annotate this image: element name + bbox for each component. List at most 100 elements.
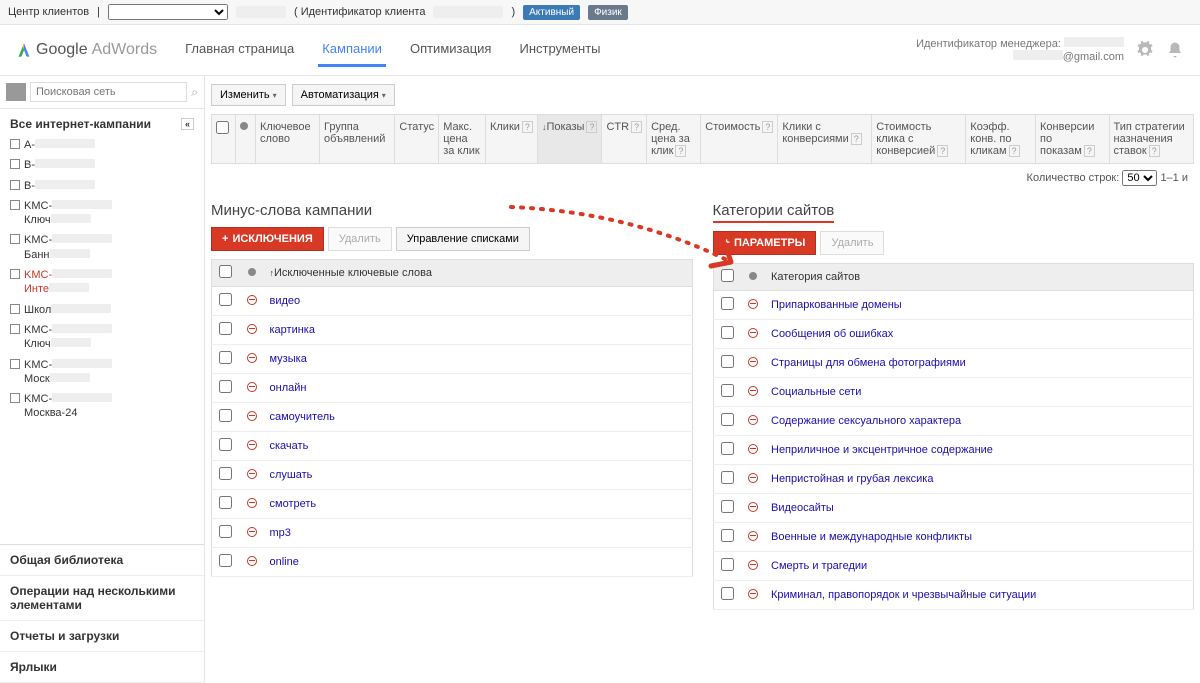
bell-icon[interactable] (1166, 41, 1184, 59)
category-cell[interactable]: Сообщения об ошибках (765, 320, 1194, 349)
row-checkbox[interactable] (721, 500, 734, 513)
negkw-col-header[interactable]: Исключенные ключевые слова (274, 267, 432, 279)
category-cell[interactable]: Припаркованные домены (765, 291, 1194, 320)
row-checkbox[interactable] (219, 293, 232, 306)
row-checkbox[interactable] (219, 554, 232, 567)
remove-icon[interactable] (748, 357, 758, 367)
remove-icon[interactable] (748, 386, 758, 396)
column-header[interactable]: Сред. цена за клик? (647, 115, 701, 164)
remove-icon[interactable] (247, 324, 257, 334)
row-checkbox[interactable] (721, 442, 734, 455)
remove-icon[interactable] (748, 473, 758, 483)
column-header[interactable]: Группа объявлений (320, 115, 395, 164)
campaign-item[interactable]: KMC-Моск (0, 355, 204, 390)
remove-icon[interactable] (247, 498, 257, 508)
cat-col-header[interactable]: Категория сайтов (765, 264, 1194, 291)
add-params-button[interactable]: ПАРАМЕТРЫ (713, 231, 817, 255)
campaign-item[interactable]: KMC-Инте (0, 265, 204, 300)
remove-icon[interactable] (748, 589, 758, 599)
row-checkbox[interactable] (721, 384, 734, 397)
remove-icon[interactable] (247, 469, 257, 479)
row-checkbox[interactable] (721, 529, 734, 542)
search-input[interactable] (30, 82, 187, 102)
row-checkbox[interactable] (721, 413, 734, 426)
campaign-item[interactable]: Школ (0, 300, 204, 320)
column-header[interactable]: Тип стратегии назначения ставок? (1109, 115, 1194, 164)
column-header[interactable]: Клики с конверсиями? (778, 115, 872, 164)
row-checkbox[interactable] (219, 380, 232, 393)
remove-icon[interactable] (247, 527, 257, 537)
remove-icon[interactable] (247, 382, 257, 392)
all-campaigns-label[interactable]: Все интернет-кампании (10, 117, 151, 131)
row-checkbox[interactable] (721, 558, 734, 571)
category-cell[interactable]: Криминал, правопорядок и чрезвычайные си… (765, 581, 1194, 610)
client-select[interactable] (108, 4, 228, 20)
rows-select[interactable]: 50 (1122, 170, 1157, 186)
row-checkbox[interactable] (219, 496, 232, 509)
remove-icon[interactable] (748, 415, 758, 425)
delete-negkw-button[interactable]: Удалить (328, 227, 392, 251)
select-all-checkbox[interactable] (216, 121, 229, 134)
campaign-item[interactable]: KMC-Ключ (0, 196, 204, 231)
add-exclusions-button[interactable]: ИСКЛЮЧЕНИЯ (211, 227, 324, 251)
remove-icon[interactable] (748, 502, 758, 512)
negkw-select-all[interactable] (219, 265, 232, 278)
row-checkbox[interactable] (219, 467, 232, 480)
row-checkbox[interactable] (219, 351, 232, 364)
edit-button[interactable]: Изменить (211, 84, 286, 106)
column-header[interactable]: ↓Показы? (537, 115, 602, 164)
remove-icon[interactable] (748, 531, 758, 541)
sidebar-link[interactable]: Отчеты и загрузки (0, 621, 204, 652)
category-cell[interactable]: Содержание сексуального характера (765, 407, 1194, 436)
remove-icon[interactable] (247, 440, 257, 450)
row-checkbox[interactable] (721, 471, 734, 484)
row-checkbox[interactable] (219, 322, 232, 335)
sidebar-link[interactable]: Ярлыки (0, 652, 204, 683)
negkw-cell[interactable]: смотреть (264, 490, 693, 519)
campaign-item[interactable]: KMC-Ключ (0, 320, 204, 355)
remove-icon[interactable] (748, 328, 758, 338)
negkw-cell[interactable]: online (264, 548, 693, 577)
sidebar-link[interactable]: Операции над несколькими элементами (0, 576, 204, 621)
column-header[interactable]: Стоимость клика с конверсией? (872, 115, 966, 164)
column-header[interactable]: Клики? (485, 115, 537, 164)
row-checkbox[interactable] (721, 355, 734, 368)
nav-home[interactable]: Главная страница (181, 33, 298, 67)
negkw-cell[interactable]: самоучитель (264, 403, 693, 432)
row-checkbox[interactable] (721, 587, 734, 600)
nav-optimization[interactable]: Оптимизация (406, 33, 496, 67)
negkw-cell[interactable]: онлайн (264, 374, 693, 403)
campaign-item[interactable]: KMC-Москва-24 (0, 389, 204, 424)
category-cell[interactable]: Военные и международные конфликты (765, 523, 1194, 552)
automation-button[interactable]: Автоматизация (292, 84, 395, 106)
negkw-cell[interactable]: mp3 (264, 519, 693, 548)
row-checkbox[interactable] (219, 409, 232, 422)
row-checkbox[interactable] (721, 297, 734, 310)
campaign-item[interactable]: А- (0, 135, 204, 155)
remove-icon[interactable] (247, 295, 257, 305)
remove-icon[interactable] (748, 444, 758, 454)
nav-tools[interactable]: Инструменты (515, 33, 604, 67)
manage-lists-button[interactable]: Управление списками (396, 227, 530, 251)
column-header[interactable]: Коэфф. конв. по кликам? (966, 115, 1036, 164)
sidebar-link[interactable]: Общая библиотека (0, 545, 204, 576)
category-cell[interactable]: Видеосайты (765, 494, 1194, 523)
gear-icon[interactable] (1136, 41, 1154, 59)
column-header[interactable]: Ключевое слово (256, 115, 320, 164)
category-cell[interactable]: Страницы для обмена фотографиями (765, 349, 1194, 378)
cat-select-all[interactable] (721, 269, 734, 282)
row-checkbox[interactable] (721, 326, 734, 339)
category-cell[interactable]: Непристойная и грубая лексика (765, 465, 1194, 494)
folder-icon[interactable] (6, 83, 26, 101)
nav-campaigns[interactable]: Кампании (318, 33, 386, 67)
category-cell[interactable]: Смерть и трагедии (765, 552, 1194, 581)
column-header[interactable]: Макс. цена за клик (439, 115, 486, 164)
column-header[interactable]: Конверсии по показам? (1036, 115, 1109, 164)
category-cell[interactable]: Неприличное и эксцентричное содержание (765, 436, 1194, 465)
collapse-sidebar-icon[interactable]: « (181, 118, 194, 130)
search-icon[interactable]: ⌕ (191, 85, 198, 100)
negkw-cell[interactable]: картинка (264, 316, 693, 345)
campaign-item[interactable]: KMC-Банн (0, 230, 204, 265)
row-checkbox[interactable] (219, 438, 232, 451)
column-header[interactable]: Стоимость? (701, 115, 778, 164)
